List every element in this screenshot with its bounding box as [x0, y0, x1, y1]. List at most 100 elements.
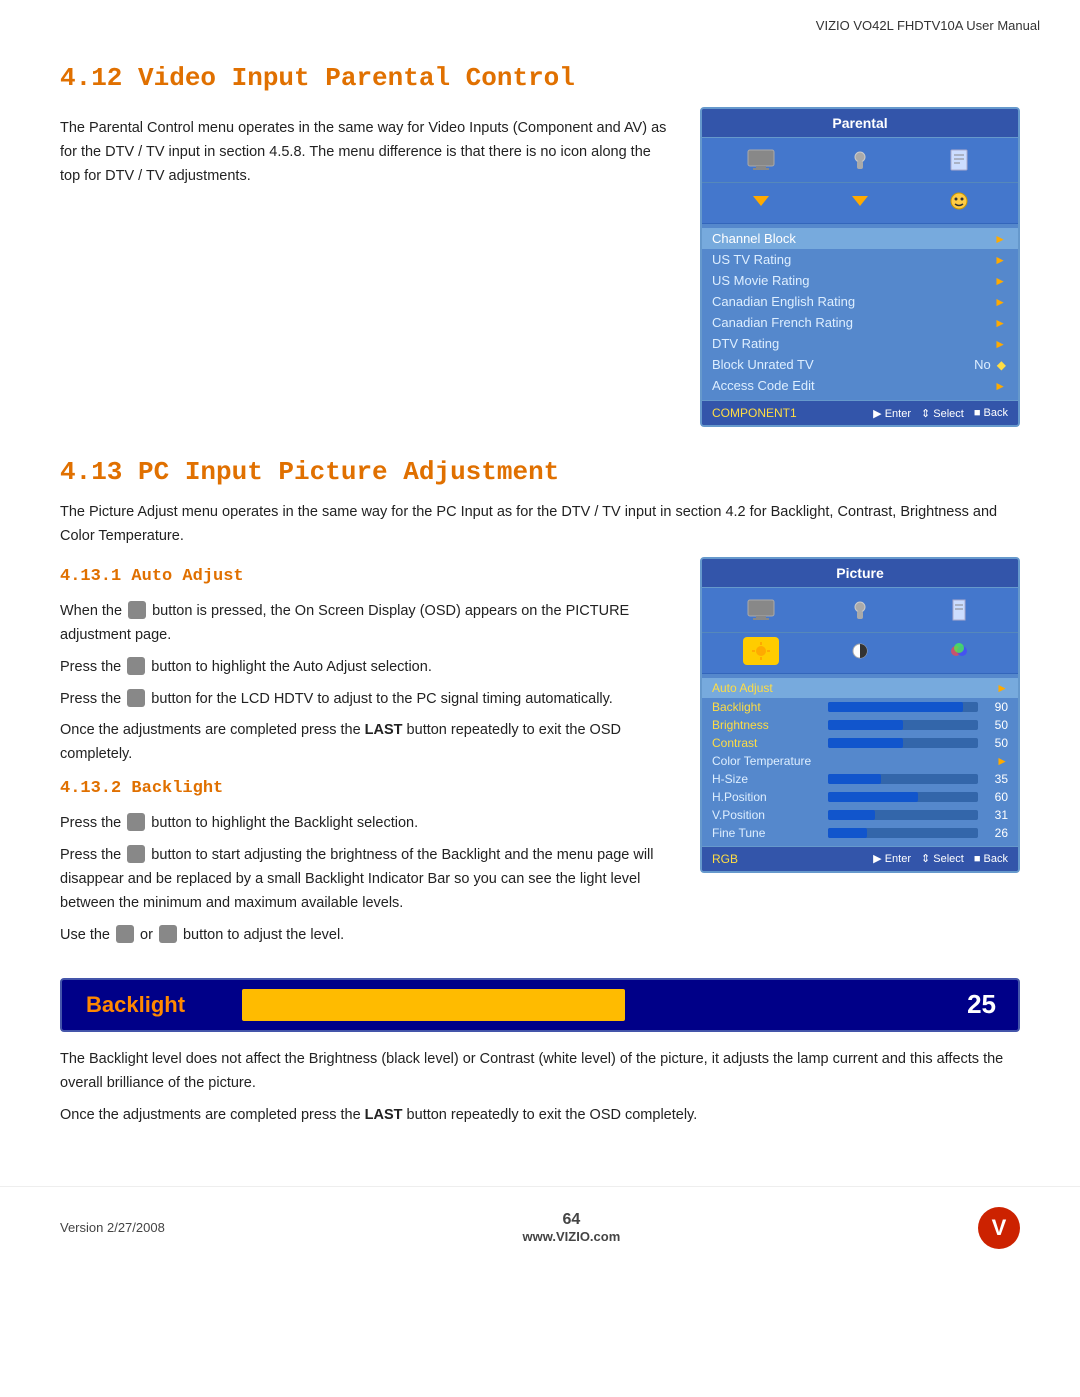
vizio-logo: V [978, 1207, 1020, 1249]
contrast-bar [828, 738, 978, 748]
picture-item-color-temp: Color Temperature ► [702, 752, 1018, 770]
picture-monitor-icon [743, 596, 779, 624]
section-413-body: 4.13.1 Auto Adjust When the button is pr… [60, 557, 1020, 956]
picture-back-label: ■ Back [974, 853, 1008, 865]
v-button-icon [128, 601, 146, 619]
autoadjust-para2: Press the button to highlight the Auto A… [60, 656, 670, 680]
right2-button-icon [127, 845, 145, 863]
down-arrow-icon-2 [842, 187, 878, 215]
contrast-bar-fill [828, 738, 903, 748]
page-header: VIZIO VO42L FHDTV10A User Manual [0, 0, 1080, 33]
manual-title: VIZIO VO42L FHDTV10A User Manual [816, 18, 1040, 33]
parental-icons-row2 [702, 183, 1018, 224]
finetune-bar-fill [828, 828, 867, 838]
parental-menu-items: Channel Block ► US TV Rating ► US Movie … [702, 224, 1018, 400]
page-footer: Version 2/27/2008 64 www.VIZIO.com V [0, 1186, 1080, 1259]
backlight-bar-label: Backlight [62, 992, 242, 1018]
picture-select-label: ⇕ Select [921, 852, 964, 865]
hsize-bar [828, 774, 978, 784]
section-412-menu: Parental [700, 107, 1020, 427]
picture-item-brightness: Brightness 50 [702, 716, 1018, 734]
section-412-para: The Parental Control menu operates in th… [60, 117, 670, 189]
back-label: ■ Back [974, 407, 1008, 419]
section-412-title: 4.12 Video Input Parental Control [60, 63, 1020, 93]
picture-item-hposition: H.Position 60 [702, 788, 1018, 806]
picture-item-backlight: Backlight 90 [702, 698, 1018, 716]
parental-item-canadian-french: Canadian French Rating ► [702, 312, 1018, 333]
picture-enter-label: ▶ Enter [873, 852, 911, 865]
brightness-bar-fill [828, 720, 903, 730]
parental-osd-menu: Parental [700, 107, 1020, 427]
up2-button-icon [127, 813, 145, 831]
vpos-bar [828, 810, 978, 820]
finetune-bar [828, 828, 978, 838]
section-412-text: The Parental Control menu operates in th… [60, 107, 670, 427]
parental-source-label: COMPONENT1 [712, 406, 797, 420]
picture-menu-items: Auto Adjust ► Backlight 90 Brightness [702, 674, 1018, 846]
picture-item-vposition: V.Position 31 [702, 806, 1018, 824]
backlight-post-para1: The Backlight level does not affect the … [60, 1048, 1020, 1096]
picture-menu-footer: RGB ▶ Enter ⇕ Select ■ Back [702, 846, 1018, 871]
section-412-body: The Parental Control menu operates in th… [60, 107, 1020, 427]
picture-item-hsize: H-Size 35 [702, 770, 1018, 788]
section-4131-title: 4.13.1 Auto Adjust [60, 563, 670, 592]
version-text: Version 2/27/2008 [60, 1220, 165, 1235]
picture-icon-sun [743, 637, 779, 665]
page-number: 64 [165, 1211, 978, 1229]
right-button-icon [127, 689, 145, 707]
backlight-post-para2: Once the adjustments are completed press… [60, 1104, 1020, 1128]
hsize-bar-fill [828, 774, 881, 784]
parental-item-access-code: Access Code Edit ► [702, 375, 1018, 396]
picture-item-autoadjust: Auto Adjust ► [702, 678, 1018, 698]
picture-menu-title: Picture [702, 559, 1018, 588]
hpos-bar [828, 792, 978, 802]
picture-icons-row2 [702, 633, 1018, 674]
picture-item-contrast: Contrast 50 [702, 734, 1018, 752]
right3-button-icon [159, 925, 177, 943]
picture-item-finetune: Fine Tune 26 [702, 824, 1018, 842]
enter-label: ▶ Enter [873, 407, 911, 420]
backlight-para2: Press the button to start adjusting the … [60, 844, 670, 916]
document-icon [941, 146, 977, 174]
footer-center: 64 www.VIZIO.com [165, 1211, 978, 1244]
hpos-bar-fill [828, 792, 918, 802]
parental-menu-footer: COMPONENT1 ▶ Enter ⇕ Select ■ Back [702, 400, 1018, 425]
website-url: www.VIZIO.com [165, 1229, 978, 1244]
picture-wrench-icon [842, 596, 878, 624]
picture-source-label: RGB [712, 852, 738, 866]
parental-item-us-tv: US TV Rating ► [702, 249, 1018, 270]
monitor-icon [743, 146, 779, 174]
section-413-text-col: 4.13.1 Auto Adjust When the button is pr… [60, 557, 670, 956]
face-icon [941, 187, 977, 215]
backlight-indicator-bar: Backlight 25 [60, 978, 1020, 1032]
select-label: ⇕ Select [921, 407, 964, 420]
parental-item-block-unrated: Block Unrated TV No ◆ [702, 354, 1018, 375]
parental-item-channel-block: Channel Block ► [702, 228, 1018, 249]
picture-icon-contrast [842, 637, 878, 665]
picture-osd-menu: Picture [700, 557, 1020, 873]
backlight-bar-fill [828, 702, 963, 712]
parental-item-us-movie: US Movie Rating ► [702, 270, 1018, 291]
backlight-para1: Press the button to highlight the Backli… [60, 812, 670, 836]
backlight-bar-number: 25 [938, 989, 1018, 1020]
picture-doc-icon [941, 596, 977, 624]
section-413-menu: Picture [700, 557, 1020, 956]
backlight-bar-track [242, 980, 938, 1030]
parental-icons-row1 [702, 138, 1018, 183]
up-button-icon [127, 657, 145, 675]
autoadjust-para3: Press the button for the LCD HDTV to adj… [60, 688, 670, 712]
backlight-bar-fill-inner [242, 989, 625, 1021]
left3-button-icon [116, 925, 134, 943]
backlight-bar [828, 702, 978, 712]
backlight-para3: Use the or button to adjust the level. [60, 924, 670, 948]
wrench-icon [842, 146, 878, 174]
parental-footer-controls: ▶ Enter ⇕ Select ■ Back [873, 407, 1008, 420]
parental-menu-title: Parental [702, 109, 1018, 138]
picture-footer-controls: ▶ Enter ⇕ Select ■ Back [873, 852, 1008, 865]
down-arrow-icon [743, 187, 779, 215]
main-content: 4.12 Video Input Parental Control The Pa… [0, 33, 1080, 1176]
autoadjust-para4: Once the adjustments are completed press… [60, 719, 670, 767]
picture-icon-color [941, 637, 977, 665]
autoadjust-para1: When the button is pressed, the On Scree… [60, 600, 670, 648]
section-413-title: 4.13 PC Input Picture Adjustment [60, 457, 1020, 487]
